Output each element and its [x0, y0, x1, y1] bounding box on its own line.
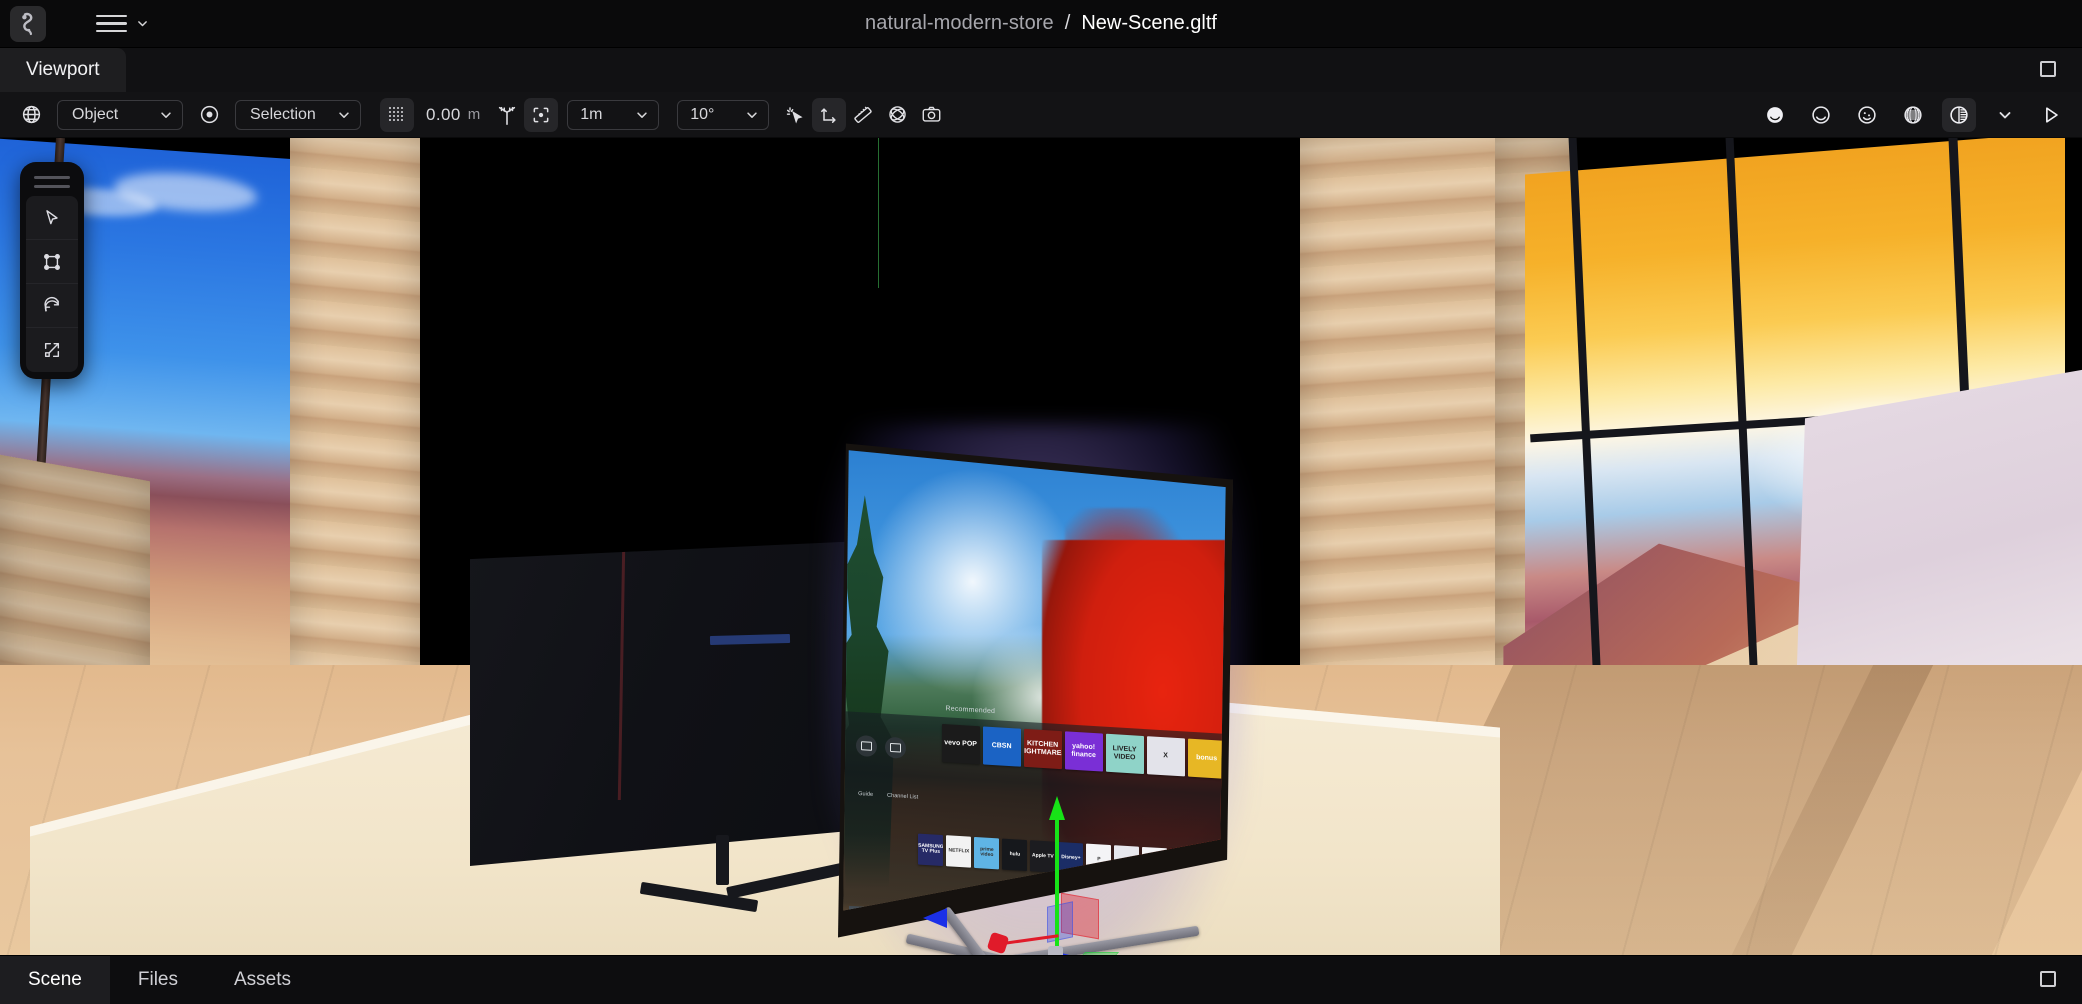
focus-frame-icon[interactable]	[524, 97, 559, 132]
tv-recommended-tile[interactable]: CBSN	[982, 726, 1021, 767]
move-transform-icon[interactable]	[26, 240, 78, 284]
app-logo-icon[interactable]	[10, 5, 46, 42]
axis-gizmo-icon[interactable]	[812, 97, 847, 132]
dotted-sphere-icon[interactable]	[1850, 98, 1884, 132]
move-step-select[interactable]: 1m	[567, 99, 660, 130]
ruler-icon[interactable]	[846, 98, 880, 132]
tv-brand-badge	[709, 633, 791, 646]
panel-toggle-icon[interactable]	[2040, 971, 2058, 989]
viewport-toolbar: Object Selection 0.00 m 1m 10°	[0, 92, 2082, 138]
select-cursor-icon[interactable]	[26, 196, 78, 240]
scale-icon[interactable]	[26, 328, 78, 372]
tv-app-tile[interactable]: hulu	[1002, 838, 1028, 872]
chevron-down-icon[interactable]	[1988, 98, 2022, 132]
chevron-down-icon	[138, 21, 147, 27]
gizmo-center-handle[interactable]	[1048, 946, 1063, 955]
rotate-step-select[interactable]: 10°	[677, 99, 770, 130]
tv-recommended-tile[interactable]: LIVELY VIDEO	[1105, 734, 1144, 775]
hamburger-menu-icon	[96, 14, 127, 33]
atom-physics-icon[interactable]	[880, 98, 914, 132]
viewport-3d[interactable]: Recommended Guide Channel List vevo POP C…	[0, 138, 2082, 955]
rotate-icon[interactable]	[26, 284, 78, 328]
tv-recommended-tile[interactable]: yahoo! finance	[1064, 731, 1103, 772]
outline-sphere-icon[interactable]	[1804, 98, 1838, 132]
scene-guide-line	[878, 138, 879, 288]
globe-icon[interactable]	[14, 98, 48, 132]
scene-render: Recommended Guide Channel List vevo POP C…	[0, 138, 2082, 955]
main-menu-button[interactable]	[96, 14, 149, 33]
render-mode-group	[1758, 97, 2068, 132]
title-bar: natural-modern-store / New-Scene.gltf	[0, 0, 2082, 48]
cursor-snap-icon[interactable]	[778, 98, 812, 132]
breadcrumb-current-file[interactable]: New-Scene.gltf	[1081, 12, 1217, 35]
wireframe-globe-icon[interactable]	[1896, 98, 1930, 132]
app-root: natural-modern-store / New-Scene.gltf Vi…	[0, 0, 2082, 1004]
grid-snap-value[interactable]: 0.00	[414, 105, 468, 125]
tv-app-tile[interactable]: SAMSUNG TV Plus	[918, 833, 944, 867]
translate-gizmo[interactable]	[923, 796, 1315, 955]
chevron-down-icon	[747, 111, 757, 118]
panel-toggle-icon[interactable]	[2040, 61, 2058, 79]
pivot-point-icon[interactable]	[192, 98, 226, 132]
channel-list-icon[interactable]	[885, 737, 907, 760]
wood-plank-wall	[290, 138, 420, 755]
tv-recommended-tile[interactable]: vevo POP	[941, 724, 980, 765]
tv-recommended-tile[interactable]: X	[1146, 736, 1185, 777]
chevron-down-icon	[339, 111, 349, 118]
tv-row-label: Recommended	[945, 706, 996, 716]
tool-button-group	[26, 196, 78, 372]
tv-back-seam	[617, 549, 626, 800]
breadcrumb: natural-modern-store / New-Scene.gltf	[0, 12, 2082, 35]
pivot-mode-value: Selection	[250, 105, 316, 123]
gizmo-axis-y-arrow[interactable]	[1049, 796, 1065, 820]
tv-app-tile[interactable]: prime video	[974, 837, 1000, 870]
move-step-value: 1m	[580, 105, 603, 123]
breadcrumb-separator: /	[1064, 12, 1071, 34]
chevron-down-icon	[161, 111, 171, 118]
tv-app-tile[interactable]: NETFLIX	[946, 835, 972, 869]
tv-shortcut-icons	[856, 735, 907, 760]
tv-recommended-tile[interactable]: bonus	[1187, 738, 1226, 780]
rotate-step-value: 10°	[690, 105, 715, 123]
camera-icon[interactable]	[914, 98, 948, 132]
flat-tv-stand	[639, 835, 844, 927]
editor-tab-strip: Viewport	[0, 48, 2082, 92]
snap-magnet-icon[interactable]	[490, 98, 524, 132]
guide-icon[interactable]	[856, 735, 878, 758]
tab-assets[interactable]: Assets	[206, 956, 319, 1004]
tv-recommended-tile[interactable]: KITCHEN NIGHTMARES	[1023, 729, 1062, 770]
grid-dots-icon[interactable]	[380, 97, 414, 132]
cloud	[114, 168, 257, 217]
pivot-mode-select[interactable]: Selection	[235, 99, 361, 130]
tab-scene[interactable]: Scene	[0, 956, 110, 1004]
tab-viewport[interactable]: Viewport	[0, 48, 126, 92]
gizmo-axis-z-negative-arrow[interactable]	[923, 908, 947, 928]
tv-app-tile[interactable]: Apple TV	[1030, 840, 1056, 874]
bottom-tab-bar: Scene Files Assets	[0, 955, 2082, 1004]
transform-tool-palette[interactable]	[20, 162, 84, 379]
transform-space-value: Object	[72, 105, 119, 123]
chevron-down-icon	[637, 111, 647, 118]
shaded-sphere-icon[interactable]	[1758, 98, 1792, 132]
breadcrumb-project[interactable]: natural-modern-store	[865, 12, 1054, 35]
drag-handle-icon[interactable]	[26, 169, 78, 196]
grid-snap-unit: m	[467, 106, 481, 123]
tab-files[interactable]: Files	[110, 956, 206, 1004]
transform-space-select[interactable]: Object	[57, 99, 183, 130]
play-triangle-icon[interactable]	[2034, 98, 2068, 132]
half-shaded-sphere-icon[interactable]	[1942, 97, 1976, 132]
